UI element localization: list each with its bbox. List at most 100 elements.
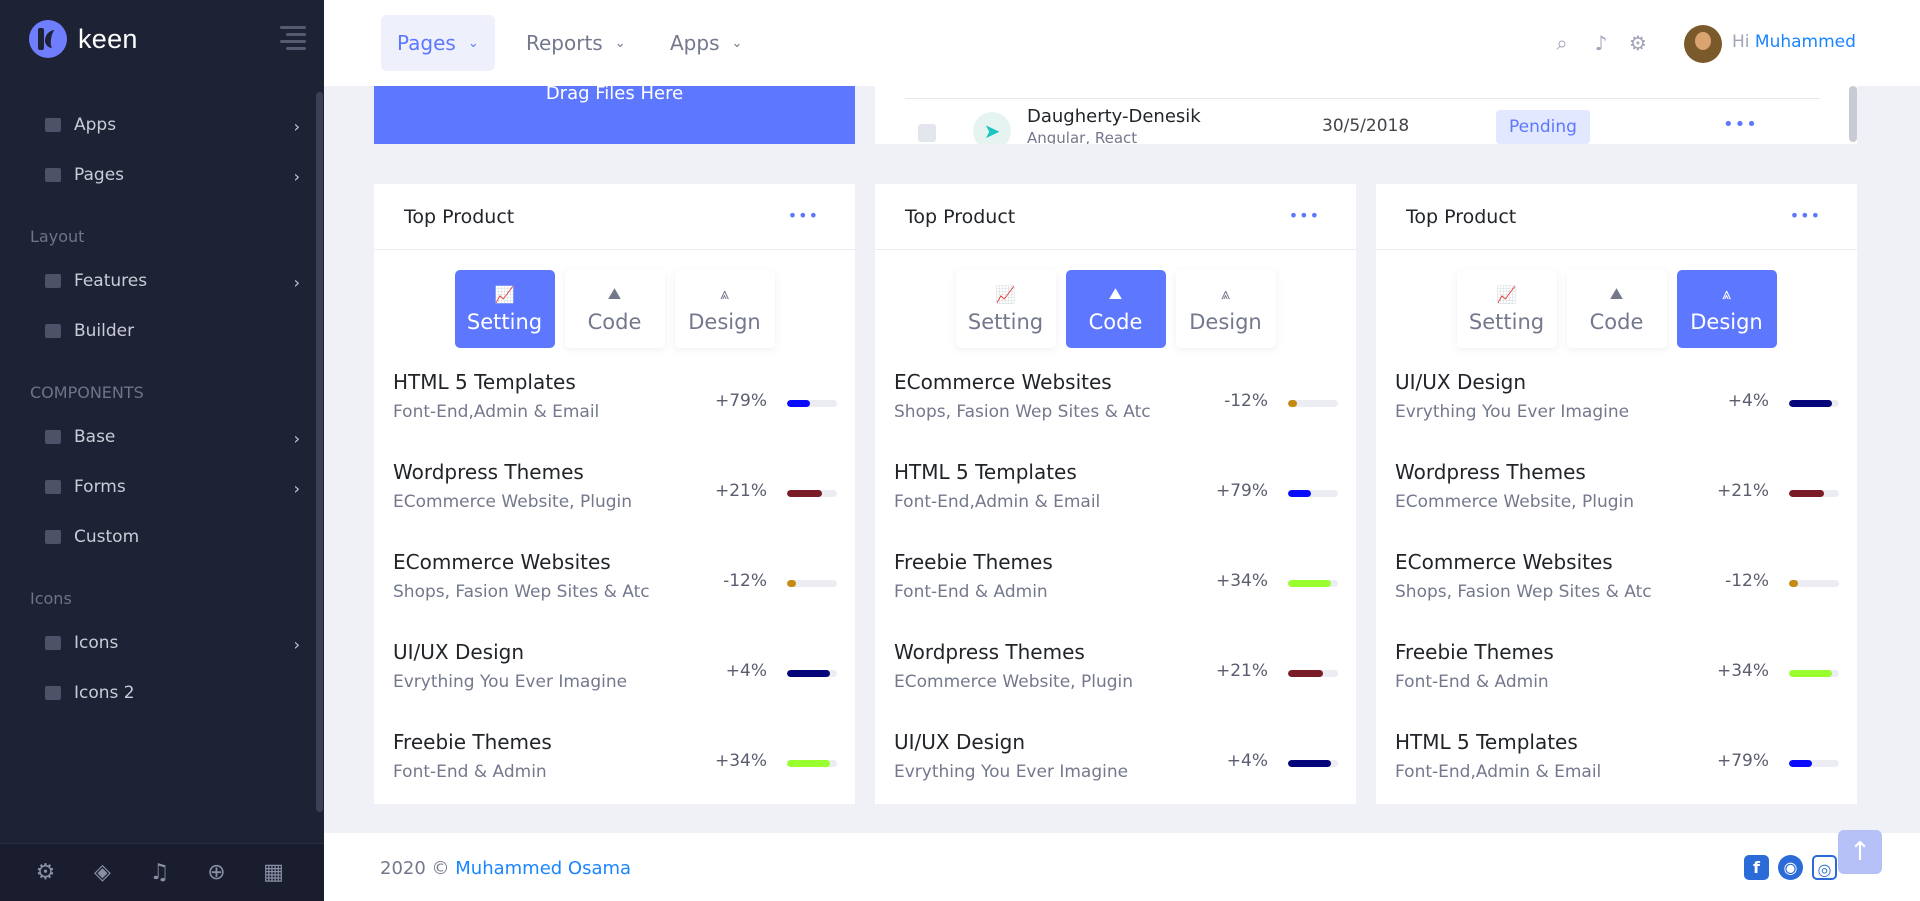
product-name: ECommerce Websites xyxy=(894,370,1112,394)
bell-icon[interactable]: ♪ xyxy=(1590,32,1612,54)
sidebar-item-icons-2[interactable]: Icons 2 xyxy=(0,668,318,718)
settings-icon[interactable]: ⚙ xyxy=(1627,32,1649,54)
box-icon[interactable]: ◈ xyxy=(89,859,116,886)
copyright-text: 2020 © xyxy=(380,858,450,879)
list-item[interactable]: UI/UX Design Evrything You Ever Imagine +4… xyxy=(374,640,855,730)
progress-bar xyxy=(787,400,837,407)
product-subtitle: Shops, Fasion Wep Sites & Atc xyxy=(1395,582,1652,602)
list-item[interactable]: Wordpress Themes ECommerce Website, Plugi… xyxy=(374,460,855,550)
order-date: 30/5/2018 xyxy=(1322,116,1410,136)
tab-label: Setting xyxy=(1468,309,1545,334)
tab-label: Design xyxy=(1189,310,1262,334)
product-subtitle: Font-End,Admin & Email xyxy=(393,402,600,422)
search-icon[interactable]: ⌕ xyxy=(1551,32,1573,54)
more-options-icon[interactable]: ••• xyxy=(788,206,819,225)
product-subtitle: Font-End,Admin & Email xyxy=(894,492,1101,512)
tab-code[interactable]: ⛰ Code xyxy=(1065,270,1166,348)
sidebar-item-pages[interactable]: Pages › xyxy=(0,150,318,200)
github-icon[interactable]: ◉ xyxy=(1778,855,1803,880)
sidebar-item-label: Pages xyxy=(74,165,125,185)
tab-setting[interactable]: 📈 Setting xyxy=(1456,270,1557,348)
list-item[interactable]: HTML 5 Templates Font-End,Admin & Email +7… xyxy=(374,370,855,460)
tab-label: Setting xyxy=(967,309,1044,334)
tab-design[interactable]: ⩓ Design xyxy=(674,270,775,348)
sidebar: keen Apps › Pages › Layout Features › Bu… xyxy=(0,0,324,901)
product-subtitle: Font-End & Admin xyxy=(894,582,1048,602)
sidebar-item-base[interactable]: Base › xyxy=(0,412,318,462)
sidebar-item-label: Forms xyxy=(74,477,126,497)
sidebar-item-icons[interactable]: Icons › xyxy=(0,618,318,668)
product-change: +4% xyxy=(1727,391,1769,411)
list-item[interactable]: Freebie Themes Font-End & Admin +34% xyxy=(1376,640,1857,730)
progress-bar xyxy=(1288,580,1338,587)
sidebar-section-title: COMPONENTS xyxy=(30,382,144,402)
brand[interactable]: keen xyxy=(0,0,324,78)
list-item[interactable]: ECommerce Websites Shops, Fasion Wep Site… xyxy=(875,370,1356,460)
user-greeting[interactable]: Hi Muhammed xyxy=(1732,32,1856,52)
sidebar-toggle-icon[interactable] xyxy=(280,26,306,50)
list-item[interactable]: Freebie Themes Font-End & Admin +34% xyxy=(875,550,1356,640)
calendar-add-icon[interactable]: ▦ xyxy=(260,859,287,886)
menu-label: Apps xyxy=(670,31,720,55)
sidebar-item-label: Base xyxy=(74,427,116,447)
card-title: Top Product xyxy=(1406,205,1517,228)
top-product-card: Top Product ••• 📈 Setting ⛰ Code ⩓ Design E… xyxy=(875,184,1356,804)
file-dropzone[interactable]: Drag Files Here xyxy=(374,85,855,144)
tab-design[interactable]: ⩓ Design xyxy=(1175,270,1276,348)
menu-pages[interactable]: Pages ⌄ xyxy=(381,15,495,71)
tab-code[interactable]: ⛰ Code xyxy=(1566,270,1667,348)
row-checkbox[interactable] xyxy=(918,124,936,142)
instagram-icon[interactable]: ◎ xyxy=(1812,855,1837,880)
sidebar-item-label: Icons xyxy=(74,633,119,653)
chart-icon xyxy=(45,324,61,338)
list-item[interactable]: ECommerce Websites Shops, Fasion Wep Site… xyxy=(374,550,855,640)
settings-icon[interactable]: ⚙ xyxy=(32,859,59,886)
sidebar-item-apps[interactable]: Apps › xyxy=(0,100,318,150)
company-tech: Angular, React xyxy=(1027,129,1138,144)
grid-icon xyxy=(45,686,61,700)
menu-reports[interactable]: Reports ⌄ xyxy=(510,15,642,71)
tab-setting[interactable]: 📈 Setting xyxy=(955,270,1056,348)
progress-fill xyxy=(787,580,796,587)
scroll-to-top-button[interactable]: ↑ xyxy=(1838,830,1882,874)
author-link[interactable]: Muhammed Osama xyxy=(455,858,631,879)
map-icon: ⛰ xyxy=(607,284,622,303)
progress-bar xyxy=(1789,580,1839,587)
list-item[interactable]: HTML 5 Templates Font-End,Admin & Email +7… xyxy=(875,460,1356,550)
list-item[interactable]: HTML 5 Templates Font-End,Admin & Email +7… xyxy=(1376,730,1857,820)
status-badge: Pending xyxy=(1496,110,1590,144)
plus-circle-icon[interactable]: ⊕ xyxy=(203,859,230,886)
sidebar-scrollbar[interactable] xyxy=(316,92,323,812)
product-subtitle: Font-End & Admin xyxy=(1395,672,1549,692)
product-name: Freebie Themes xyxy=(1395,640,1554,664)
sidebar-item-forms[interactable]: Forms › xyxy=(0,462,318,512)
tab-label: Code xyxy=(1088,310,1143,334)
list-item[interactable]: Wordpress Themes ECommerce Website, Plugi… xyxy=(1376,460,1857,550)
sidebar-item-features[interactable]: Features › xyxy=(0,256,318,306)
tab-code[interactable]: ⛰ Code xyxy=(564,270,665,348)
sidebar-item-label: Icons 2 xyxy=(74,683,135,703)
progress-bar xyxy=(1789,400,1839,407)
sidebar-item-builder[interactable]: Builder xyxy=(0,306,318,356)
facebook-icon[interactable]: f xyxy=(1744,855,1769,880)
product-list: UI/UX Design Evrything You Ever Imagine +4… xyxy=(1376,370,1857,820)
bell-icon[interactable]: ♫ xyxy=(146,859,173,886)
list-item[interactable]: Freebie Themes Font-End & Admin +34% xyxy=(374,730,855,820)
tab-setting[interactable]: 📈 Setting xyxy=(454,270,555,348)
tab-label: Design xyxy=(688,310,761,334)
card-header: Top Product ••• xyxy=(374,184,855,250)
table-scrollbar[interactable] xyxy=(1849,86,1857,142)
list-item[interactable]: ECommerce Websites Shops, Fasion Wep Site… xyxy=(1376,550,1857,640)
sidebar-item-custom[interactable]: Custom xyxy=(0,512,318,562)
more-options-icon[interactable]: ••• xyxy=(1790,206,1821,225)
tab-design[interactable]: ⩓ Design xyxy=(1676,270,1777,348)
avatar[interactable] xyxy=(1684,25,1722,63)
tab-label: Code xyxy=(1589,310,1644,334)
list-item[interactable]: UI/UX Design Evrything You Ever Imagine +4… xyxy=(1376,370,1857,460)
list-item[interactable]: UI/UX Design Evrything You Ever Imagine +4… xyxy=(875,730,1356,820)
product-change: +4% xyxy=(1226,751,1268,771)
more-options-icon[interactable]: ••• xyxy=(1723,114,1758,135)
more-options-icon[interactable]: ••• xyxy=(1289,206,1320,225)
list-item[interactable]: Wordpress Themes ECommerce Website, Plugi… xyxy=(875,640,1356,730)
menu-apps[interactable]: Apps ⌄ xyxy=(654,15,758,71)
